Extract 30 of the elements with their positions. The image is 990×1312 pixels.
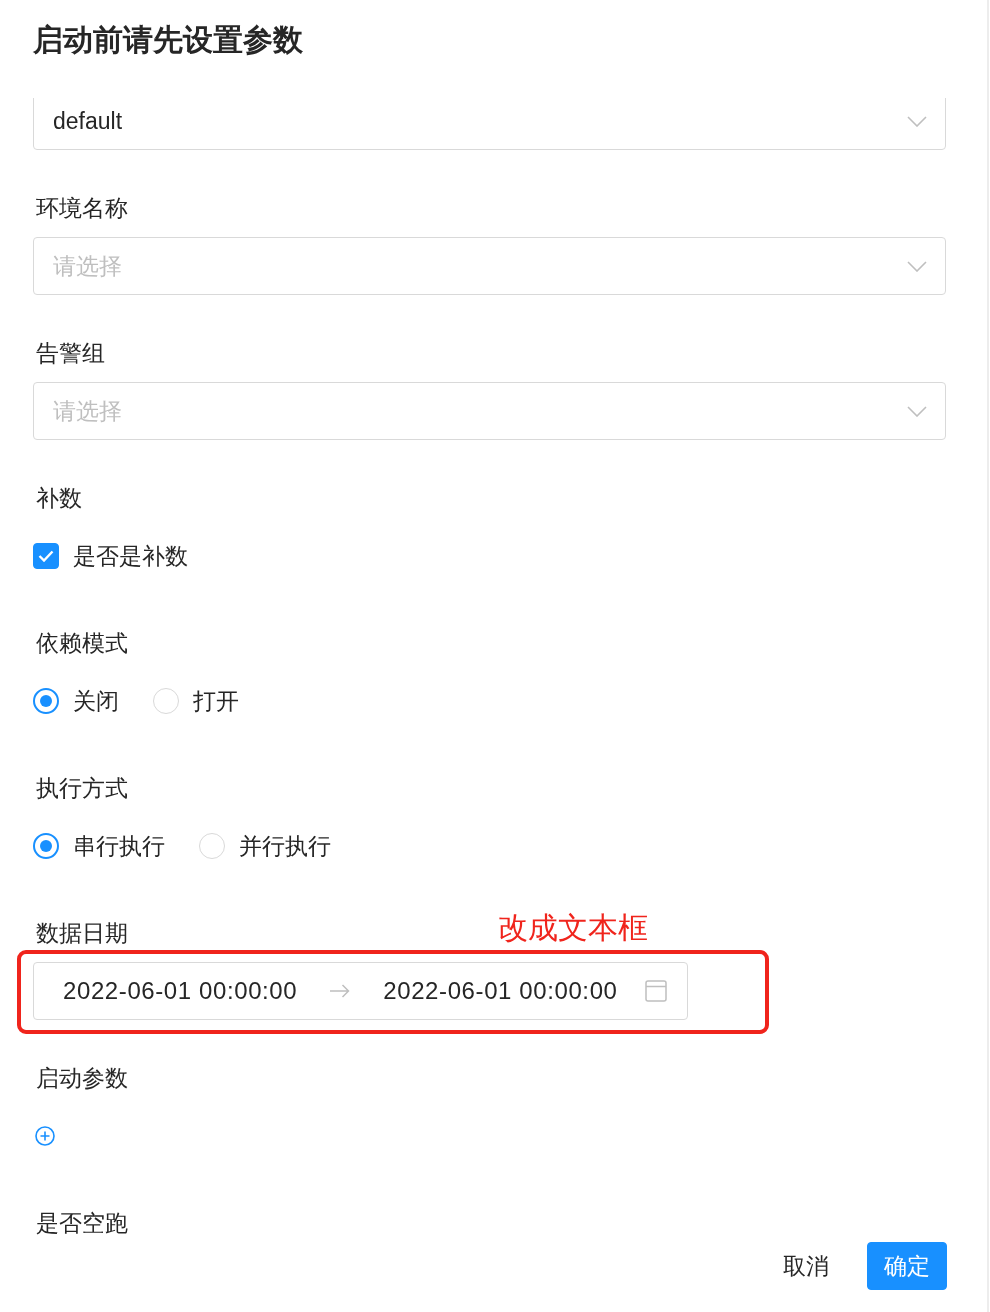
form-label: 补数 [35, 484, 82, 513]
radio-label[interactable]: 串行执行 [73, 831, 165, 861]
check-icon [38, 550, 54, 562]
radio-button[interactable] [33, 833, 59, 859]
radio-button[interactable] [33, 688, 59, 714]
checkbox[interactable] [33, 543, 59, 569]
start-date-input[interactable]: 2022-06-01 00:00:00 [63, 976, 298, 1006]
plus-circle-icon[interactable] [35, 1126, 55, 1146]
arrow-right-icon [330, 984, 351, 998]
form-label: 启动参数 [35, 1064, 128, 1093]
chevron-down-icon [907, 260, 927, 272]
radio-label[interactable]: 关闭 [73, 686, 119, 716]
form-label: 执行方式 [35, 774, 128, 803]
form-label: 数据日期 [35, 919, 128, 948]
chevron-down-icon [907, 405, 927, 417]
form-label: 依赖模式 [35, 629, 128, 658]
dialog-title: 启动前请先设置参数 [33, 22, 303, 58]
radio-label[interactable]: 并行执行 [239, 831, 331, 861]
form-label: 是否空跑 [35, 1209, 128, 1238]
checkbox-label[interactable]: 是否是补数 [73, 541, 188, 571]
date-range-field[interactable]: 2022-06-01 00:00:00 2022-06-01 00:00:00 [33, 962, 688, 1020]
cancel-button[interactable]: 取消 [767, 1242, 845, 1290]
radio-label[interactable]: 打开 [193, 686, 239, 716]
form-label: 告警组 [35, 339, 105, 368]
calendar-icon[interactable] [645, 980, 667, 1002]
end-date-input[interactable]: 2022-06-01 00:00:00 [383, 976, 618, 1006]
select-field[interactable]: default [33, 98, 946, 150]
form-label: 环境名称 [35, 194, 128, 223]
annotation-text: 改成文本框 [498, 910, 648, 946]
chevron-down-icon [907, 115, 927, 127]
